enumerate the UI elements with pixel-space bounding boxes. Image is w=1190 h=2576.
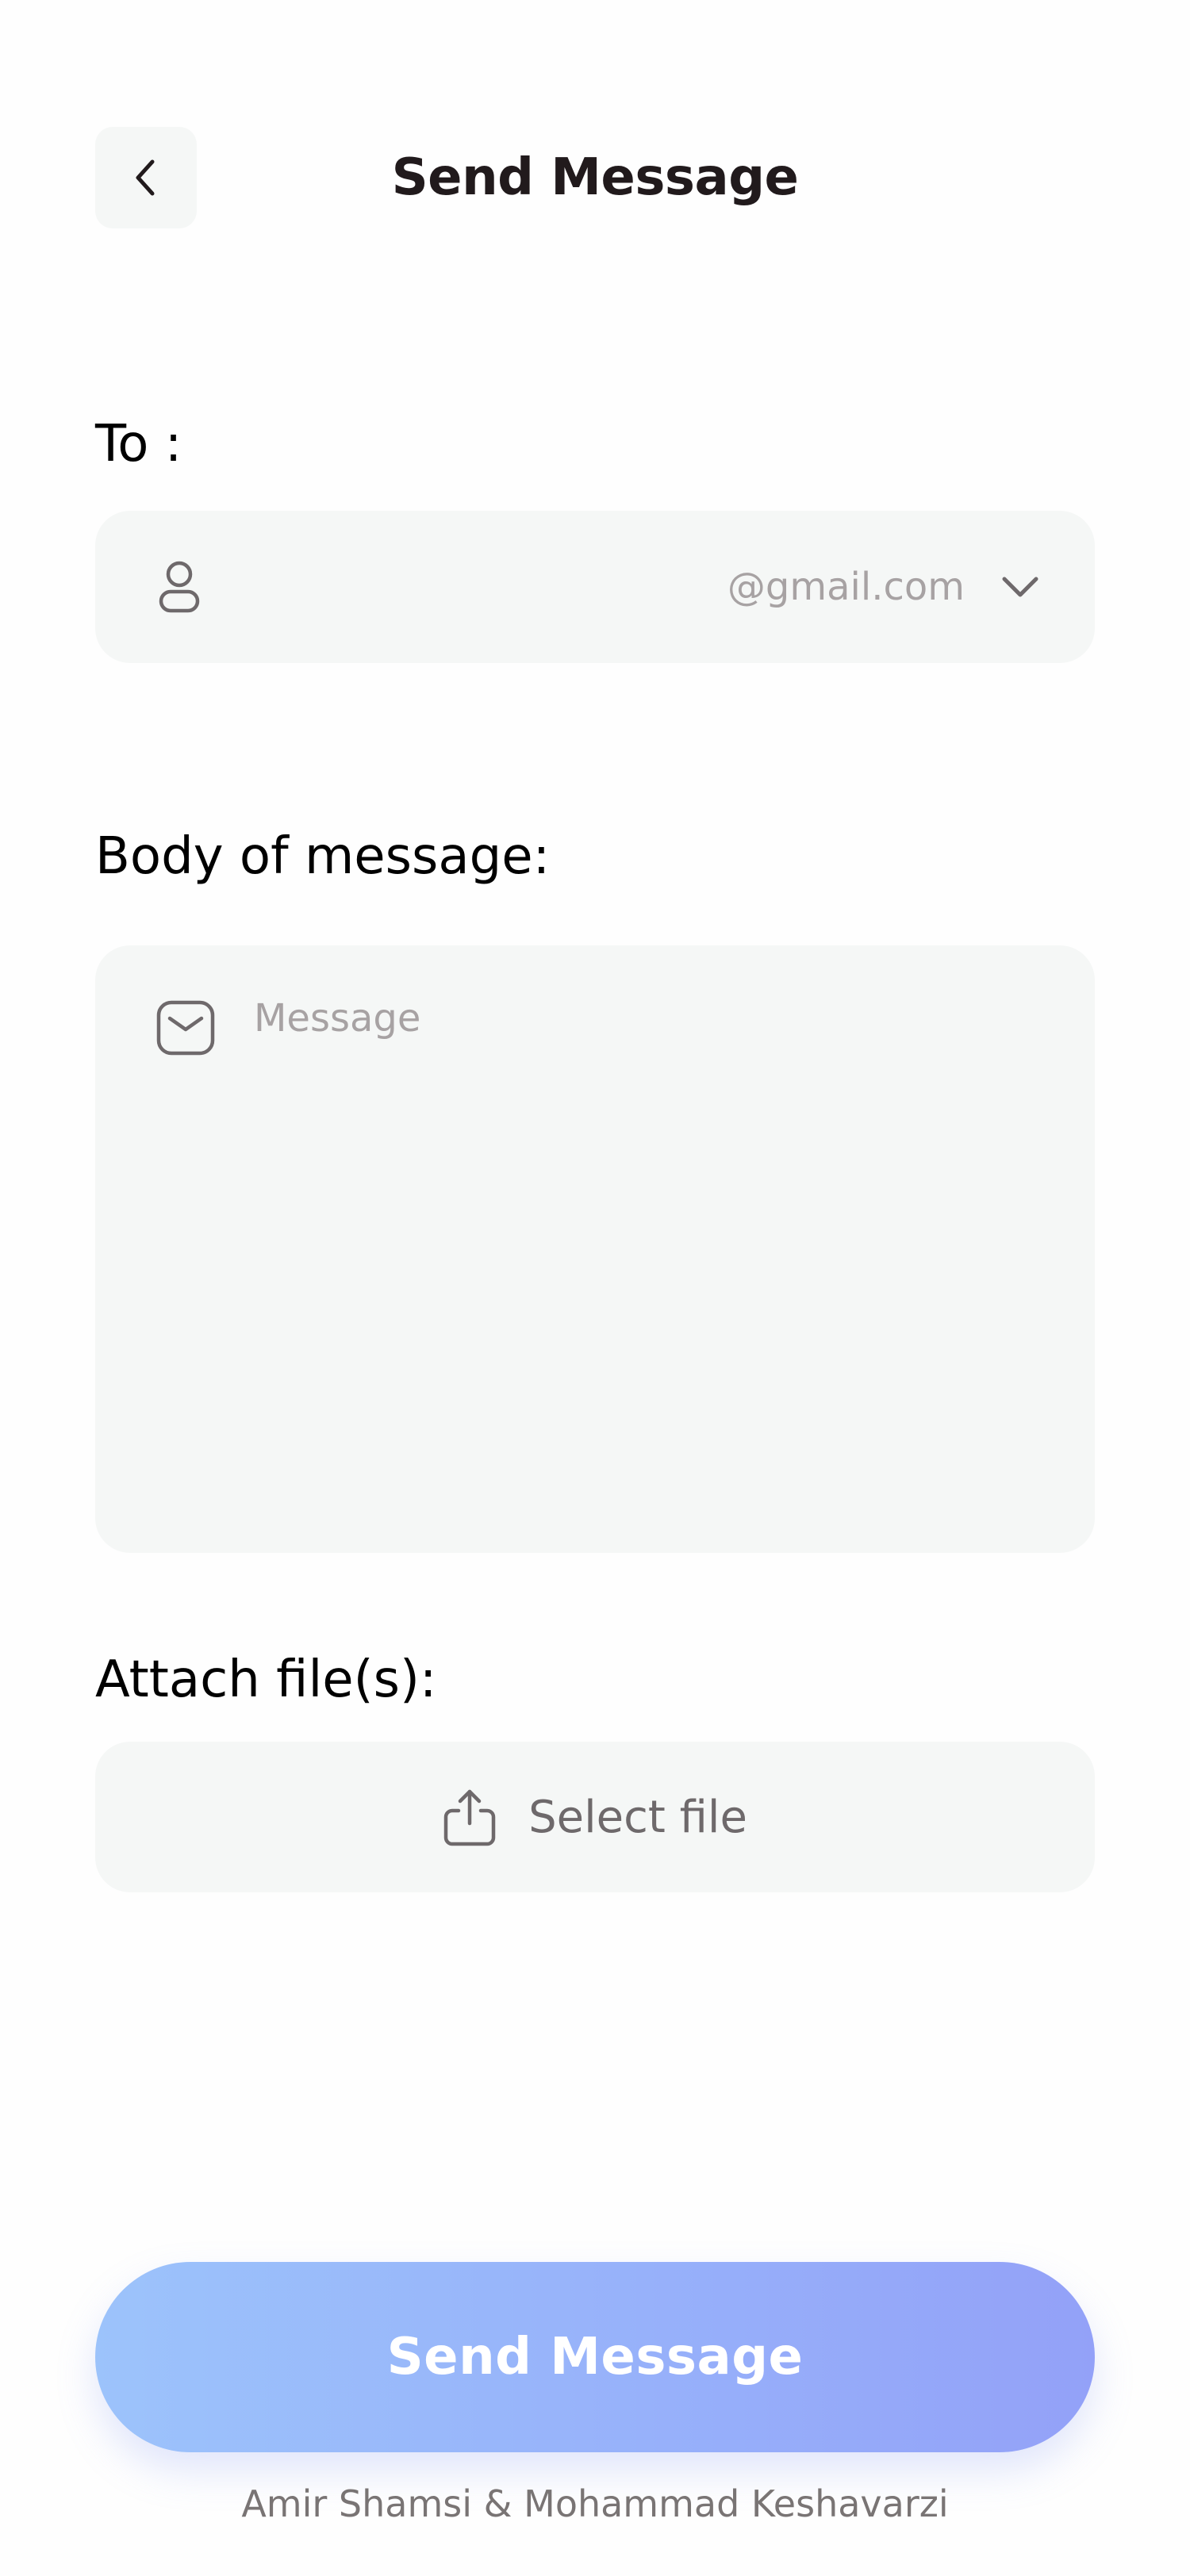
message-body-field[interactable] (95, 945, 1095, 1553)
credit-text: Amir Shamsi & Mohammad Keshavarzi (241, 2482, 949, 2525)
select-file-button[interactable]: Select file (95, 1742, 1095, 1892)
message-input[interactable] (254, 995, 1047, 1518)
send-message-label: Send Message (386, 2328, 804, 2386)
recipient-field[interactable]: @gmail.com (95, 511, 1095, 663)
mail-icon (156, 1000, 215, 1056)
send-message-button[interactable]: Send Message (95, 2262, 1095, 2452)
chevron-down-icon[interactable] (996, 563, 1044, 611)
recipient-input[interactable] (202, 511, 727, 663)
to-label: To : (95, 415, 182, 473)
upload-icon (443, 1787, 497, 1847)
attach-label: Attach file(s): (95, 1650, 437, 1709)
page-title: Send Message (391, 148, 799, 207)
user-icon (157, 560, 202, 614)
select-file-label: Select file (528, 1791, 747, 1843)
body-label: Body of message: (95, 827, 551, 886)
email-domain: @gmail.com (727, 565, 965, 609)
send-message-screen: Send Message To : @gmail.com Body of mes… (0, 0, 1190, 2576)
